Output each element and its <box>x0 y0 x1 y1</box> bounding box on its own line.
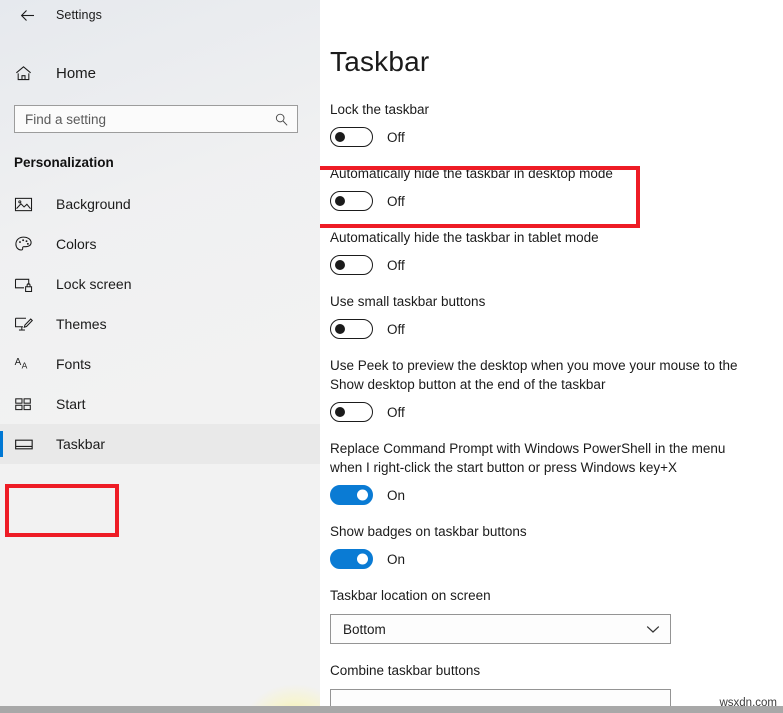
toggle-knob <box>335 260 345 270</box>
toggle-knob <box>335 324 345 334</box>
sidebar-item-label: Background <box>56 196 131 212</box>
sidebar-item-home[interactable]: Home <box>0 53 320 93</box>
setting-taskbar-location: Taskbar location on screen Bottom <box>330 586 783 644</box>
page-title: Taskbar <box>330 46 430 77</box>
toggle-knob <box>335 196 345 206</box>
toggle-auto-hide-tablet[interactable] <box>330 255 373 275</box>
toggle-knob <box>335 407 345 417</box>
setting-combine-taskbar-buttons: Combine taskbar buttons <box>330 661 783 709</box>
taskbar-icon <box>14 437 40 452</box>
sidebar-item-lock-screen[interactable]: Lock screen <box>0 264 320 304</box>
setting-show-badges: Show badges on taskbar buttons On <box>330 522 783 569</box>
toggle-state-label: Off <box>387 129 405 145</box>
toggle-row: Off <box>330 191 783 211</box>
toggle-row: Off <box>330 402 783 422</box>
title-bar: Settings <box>0 0 320 30</box>
sidebar-item-label: Lock screen <box>56 276 132 292</box>
toggle-row: On <box>330 485 783 505</box>
setting-label: Replace Command Prompt with Windows Powe… <box>330 441 726 475</box>
toggle-row: Off <box>330 127 783 147</box>
sidebar-highlight-annotation <box>5 484 119 537</box>
toggle-show-badges[interactable] <box>330 549 373 569</box>
setting-auto-hide-tablet: Automatically hide the taskbar in tablet… <box>330 228 783 275</box>
toggle-auto-hide-desktop[interactable] <box>330 191 373 211</box>
lock-screen-icon <box>14 276 40 293</box>
picture-icon <box>14 196 40 213</box>
search-input[interactable] <box>25 111 274 127</box>
sidebar-yellow-glow <box>100 523 320 713</box>
settings-list: Lock the taskbar Off Automatically hide … <box>330 100 783 709</box>
setting-label: Taskbar location on screen <box>330 588 491 603</box>
setting-label: Show badges on taskbar buttons <box>330 524 527 539</box>
toggle-state-label: On <box>387 487 406 503</box>
themes-brush-icon <box>14 315 40 334</box>
sidebar-item-start[interactable]: Start <box>0 384 320 424</box>
bottom-band <box>0 706 783 713</box>
sidebar-item-colors[interactable]: Colors <box>0 224 320 264</box>
sidebar-item-label: Colors <box>56 236 97 252</box>
sidebar-nav: Background Colors Lock screen Themes A A… <box>0 184 320 464</box>
toggle-state-label: Off <box>387 321 405 337</box>
setting-lock-the-taskbar: Lock the taskbar Off <box>330 100 783 147</box>
sidebar-item-fonts[interactable]: A A Fonts <box>0 344 320 384</box>
toggle-row: On <box>330 549 783 569</box>
sidebar: Settings Home Find a setting Personaliza… <box>0 0 320 713</box>
chevron-down-icon[interactable] <box>646 625 660 634</box>
setting-small-taskbar-buttons: Use small taskbar buttons Off <box>330 292 783 339</box>
search-box[interactable] <box>14 105 298 133</box>
search-icon[interactable] <box>274 112 289 127</box>
setting-auto-hide-desktop: Automatically hide the taskbar in deskto… <box>330 164 783 211</box>
main-content: Taskbar Lock the taskbar Off Automatical… <box>320 0 783 713</box>
setting-label: Use Peek to preview the desktop when you… <box>330 358 738 392</box>
sidebar-item-label: Themes <box>56 316 107 332</box>
toggle-state-label: Off <box>387 257 405 273</box>
dropdown-taskbar-location[interactable]: Bottom <box>330 614 671 644</box>
svg-text:A: A <box>15 357 22 368</box>
toggle-replace-command-prompt[interactable] <box>330 485 373 505</box>
sidebar-item-themes[interactable]: Themes <box>0 304 320 344</box>
sidebar-item-background[interactable]: Background <box>0 184 320 224</box>
palette-icon <box>14 235 40 254</box>
toggle-lock-the-taskbar[interactable] <box>330 127 373 147</box>
sidebar-item-label: Start <box>56 396 86 412</box>
sidebar-item-label: Fonts <box>56 356 92 372</box>
setting-label: Combine taskbar buttons <box>330 663 481 678</box>
watermark: wsxdn.com <box>719 697 777 709</box>
setting-label: Automatically hide the taskbar in tablet… <box>330 230 599 245</box>
back-arrow-icon[interactable] <box>14 2 40 28</box>
toggle-row: Off <box>330 255 783 275</box>
app-title: Settings <box>56 8 102 22</box>
setting-label: Automatically hide the taskbar in deskto… <box>330 166 613 181</box>
home-label: Home <box>56 64 97 82</box>
settings-window: Settings Home Find a setting Personaliza… <box>0 0 783 713</box>
home-icon <box>14 64 40 83</box>
toggle-knob <box>357 553 368 565</box>
toggle-state-label: On <box>387 551 406 567</box>
setting-label: Lock the taskbar <box>330 102 430 117</box>
fonts-aa-icon: A A <box>14 355 40 373</box>
svg-text:A: A <box>22 361 28 371</box>
start-tiles-icon <box>14 396 40 413</box>
toggle-row: Off <box>330 319 783 339</box>
toggle-knob <box>357 489 368 501</box>
toggle-state-label: Off <box>387 404 405 420</box>
sidebar-section-title: Personalization <box>14 155 114 170</box>
toggle-state-label: Off <box>387 193 405 209</box>
toggle-use-peek[interactable] <box>330 402 373 422</box>
setting-label: Use small taskbar buttons <box>330 294 486 309</box>
toggle-small-taskbar-buttons[interactable] <box>330 319 373 339</box>
setting-use-peek: Use Peek to preview the desktop when you… <box>330 356 783 422</box>
dropdown-value: Bottom <box>343 621 386 637</box>
sidebar-item-taskbar[interactable]: Taskbar <box>0 424 320 464</box>
setting-replace-command-prompt: Replace Command Prompt with Windows Powe… <box>330 439 783 505</box>
toggle-knob <box>335 132 345 142</box>
sidebar-item-label: Taskbar <box>56 436 106 452</box>
